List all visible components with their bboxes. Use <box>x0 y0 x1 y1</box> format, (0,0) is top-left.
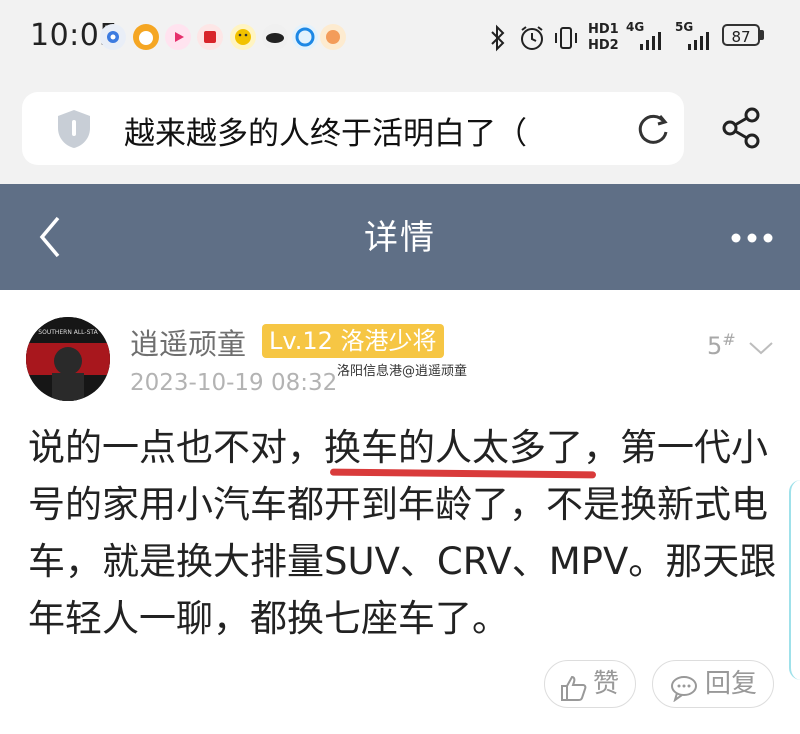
edge-handle[interactable] <box>789 480 800 680</box>
bluetooth-icon <box>487 24 509 56</box>
signal-bars-icon <box>640 32 666 54</box>
battery-level: 87 <box>722 24 760 46</box>
like-button[interactable]: 赞 <box>544 660 636 708</box>
cloud-app-icon <box>262 24 288 50</box>
hd2-label: HD2 <box>588 38 619 53</box>
level-badge: Lv.12 洛港少将 <box>262 324 444 358</box>
floor-number: 5# <box>707 330 736 360</box>
header-title: 详情 <box>364 218 436 258</box>
settings-app-icon <box>100 24 126 50</box>
reply-label: 回复 <box>705 669 758 699</box>
post-highlight-text: 换车的人太多了 <box>324 426 583 469</box>
watermark: 洛阳信息港@逍遥顽童 <box>337 364 468 379</box>
more-dots-icon[interactable] <box>730 230 774 249</box>
bun-app-icon <box>133 24 159 50</box>
hd1-label: HD1 <box>588 22 619 37</box>
post-timestamp: 2023-10-19 08:32 <box>130 370 338 396</box>
signal-bars-icon <box>688 32 714 54</box>
avatar-text: SOUTHERN ALL-STA <box>38 329 98 336</box>
username[interactable]: 逍遥顽童 <box>130 321 246 363</box>
page-title-url[interactable]: 越来越多的人终于活明白了（ <box>124 108 527 153</box>
emoji-app-icon <box>230 24 256 50</box>
like-label: 赞 <box>593 669 620 699</box>
post-body: 说的一点也不对，换车的人太多了，第一代小号的家用小汽车都开到年龄了，不是换新式电… <box>28 419 780 647</box>
battery-icon <box>760 30 764 40</box>
shield-icon <box>54 108 94 154</box>
map-app-icon <box>292 24 318 50</box>
video-app-icon <box>165 24 191 50</box>
refresh-icon[interactable] <box>634 110 672 152</box>
gallery-app-icon <box>320 24 346 50</box>
floor-number-value: 5 <box>707 332 723 360</box>
post-text-part: 说的一点也不对， <box>28 426 324 469</box>
comment-icon <box>669 671 699 717</box>
chevron-down-icon[interactable] <box>748 340 774 360</box>
floor-mark: # <box>722 330 736 349</box>
reply-button[interactable]: 回复 <box>652 660 774 708</box>
alarm-icon <box>518 24 546 56</box>
share-icon[interactable] <box>720 106 764 154</box>
news-app-icon <box>197 24 223 50</box>
vibrate-icon <box>552 24 580 56</box>
avatar[interactable]: SOUTHERN ALL-STA <box>26 317 110 401</box>
thumbs-up-icon <box>559 671 587 717</box>
